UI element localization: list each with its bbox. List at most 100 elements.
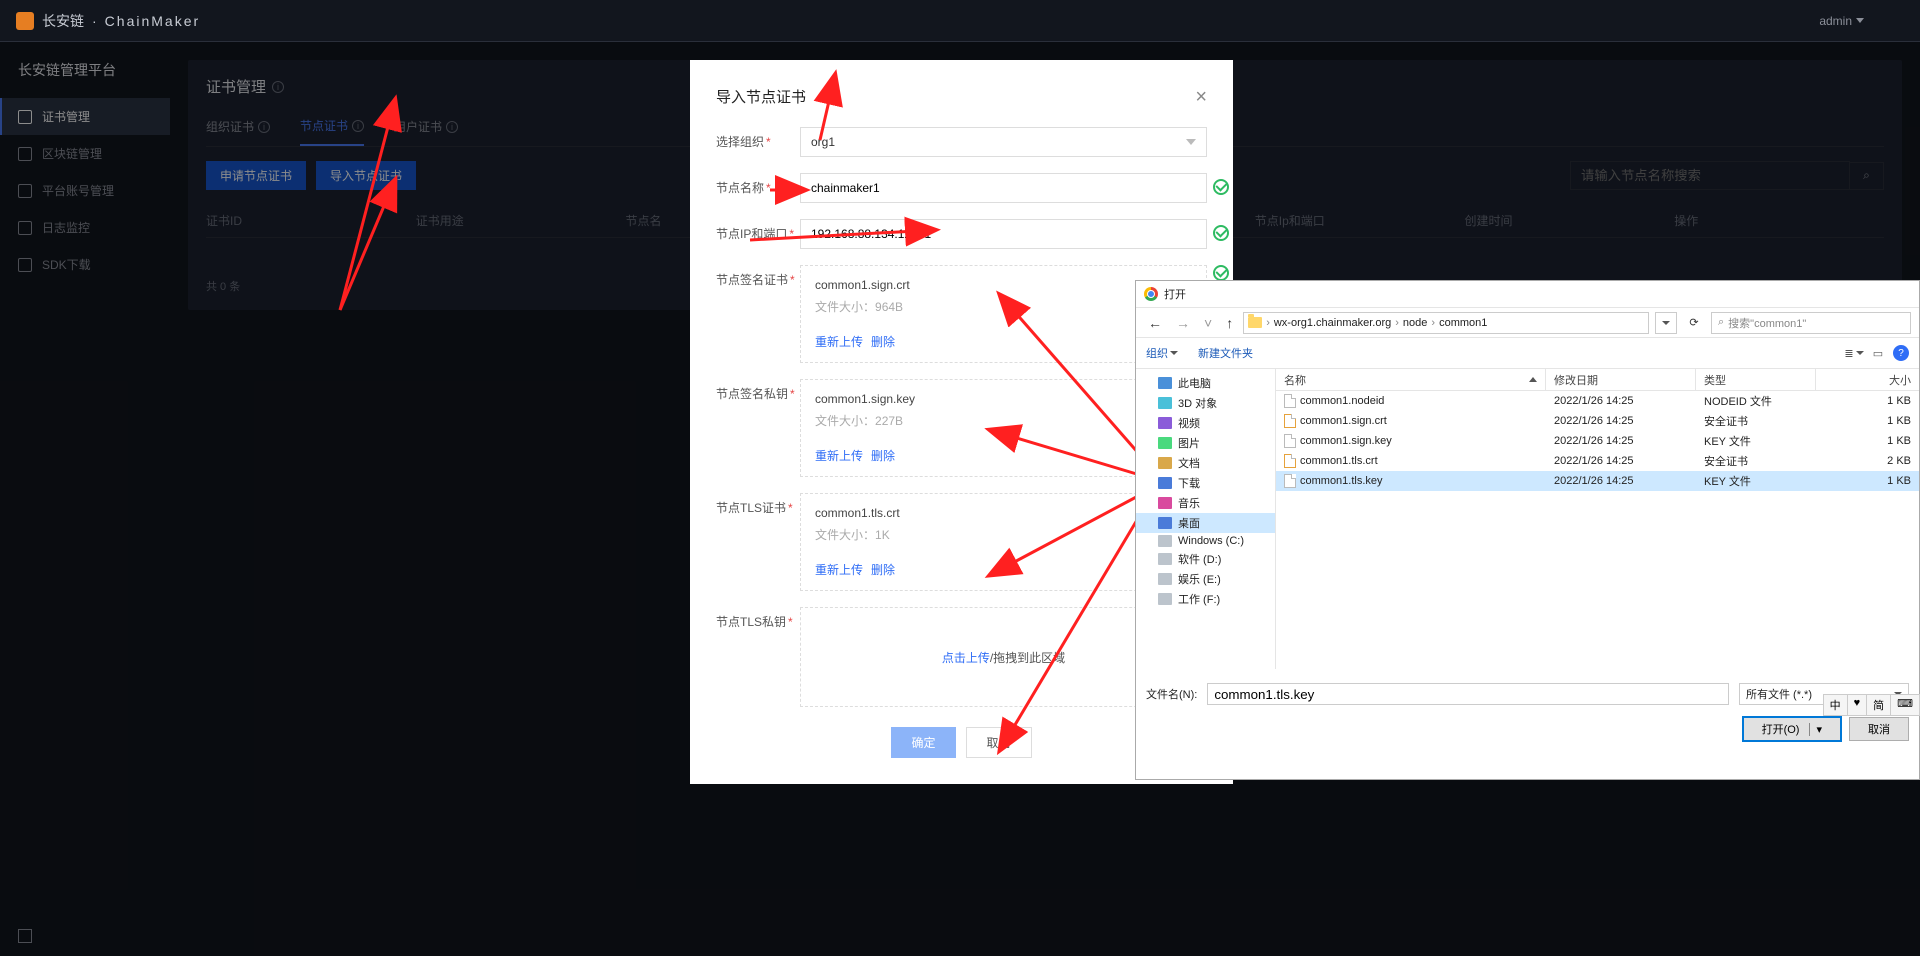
- view-options-button[interactable]: ≣: [1845, 345, 1863, 361]
- node-name-input[interactable]: [800, 173, 1207, 203]
- file-row[interactable]: common1.nodeid 2022/1/26 14:25 NODEID 文件…: [1276, 391, 1919, 411]
- file-date: 2022/1/26 14:25: [1546, 455, 1696, 467]
- drive-icon: [1158, 553, 1172, 565]
- pc-icon: [1158, 377, 1172, 389]
- filepicker-title: 打开: [1164, 286, 1186, 302]
- file-list: 名称 修改日期 类型 大小 common1.nodeid 2022/1/26 1…: [1276, 369, 1919, 669]
- side-music[interactable]: 音乐: [1136, 493, 1275, 513]
- label-sign-key: 节点签名私钥*: [716, 379, 800, 402]
- modal-ok-button[interactable]: 确定: [891, 727, 955, 758]
- address-dropdown[interactable]: [1655, 312, 1677, 334]
- filepicker-search[interactable]: ⌕搜索"common1": [1711, 312, 1911, 334]
- file-type: KEY 文件: [1696, 473, 1816, 489]
- side-drive-f[interactable]: 工作 (F:): [1136, 589, 1275, 609]
- side-documents[interactable]: 文档: [1136, 453, 1275, 473]
- breadcrumb-item[interactable]: node: [1403, 317, 1427, 329]
- file-row[interactable]: common1.tls.key 2022/1/26 14:25 KEY 文件 1…: [1276, 471, 1919, 491]
- reupload-link[interactable]: 重新上传: [815, 449, 863, 463]
- delete-link[interactable]: 删除: [871, 335, 895, 349]
- brand-en: ChainMaker: [105, 13, 200, 29]
- side-3d[interactable]: 3D 对象: [1136, 393, 1275, 413]
- label-tls-cert: 节点TLS证书*: [716, 493, 800, 516]
- ip-port-input[interactable]: [800, 219, 1207, 249]
- side-drive-e[interactable]: 娱乐 (E:): [1136, 569, 1275, 589]
- video-icon: [1158, 417, 1172, 429]
- file-size: 2 KB: [1816, 455, 1919, 467]
- file-size: 1 KB: [1816, 435, 1919, 447]
- col-type[interactable]: 类型: [1696, 369, 1816, 390]
- col-name[interactable]: 名称: [1276, 369, 1546, 390]
- file-icon: [1284, 414, 1296, 428]
- reupload-link[interactable]: 重新上传: [815, 335, 863, 349]
- user-menu[interactable]: admin: [1819, 14, 1904, 28]
- file-size: 1 KB: [1816, 475, 1919, 487]
- file-row[interactable]: common1.sign.key 2022/1/26 14:25 KEY 文件 …: [1276, 431, 1919, 451]
- filename-input[interactable]: [1207, 683, 1729, 705]
- file-picker-dialog: 打开 ← → ˅ ↑ › wx-org1.chainmaker.org › no…: [1135, 280, 1920, 780]
- breadcrumb-item[interactable]: wx-org1.chainmaker.org: [1274, 317, 1391, 329]
- file-name: common1.nodeid: [1300, 395, 1384, 407]
- desktop-icon: [1158, 517, 1172, 529]
- file-type: 安全证书: [1696, 413, 1816, 429]
- topbar: 长安链 · ChainMaker admin: [0, 0, 1920, 42]
- modal-cancel-button[interactable]: 取消: [966, 727, 1032, 758]
- col-date[interactable]: 修改日期: [1546, 369, 1696, 390]
- reupload-link[interactable]: 重新上传: [815, 563, 863, 577]
- brand-cn: 长安链: [42, 11, 84, 31]
- check-icon: [1213, 179, 1229, 195]
- filepicker-titlebar: 打开: [1136, 281, 1919, 307]
- newfolder-button[interactable]: 新建文件夹: [1198, 345, 1253, 361]
- drive-icon: [1158, 573, 1172, 585]
- side-desktop[interactable]: 桌面: [1136, 513, 1275, 533]
- open-dropdown[interactable]: ▾: [1809, 723, 1822, 736]
- back-button[interactable]: ←: [1144, 315, 1166, 331]
- up-button[interactable]: ↑: [1222, 315, 1237, 331]
- col-size[interactable]: 大小: [1816, 369, 1919, 390]
- file-type: 安全证书: [1696, 453, 1816, 469]
- drag-text: /拖拽到此区域: [990, 649, 1065, 666]
- user-name: admin: [1819, 14, 1852, 28]
- folder-icon: [1248, 317, 1262, 328]
- preview-pane-button[interactable]: ▭: [1869, 345, 1887, 361]
- side-drive-d[interactable]: 软件 (D:): [1136, 549, 1275, 569]
- help-button[interactable]: ?: [1893, 345, 1909, 361]
- ime-indicator[interactable]: 中 ♥ 简 ⌨: [1823, 694, 1920, 716]
- label-ipport: 节点IP和端口*: [716, 219, 800, 242]
- side-this-pc[interactable]: 此电脑: [1136, 373, 1275, 393]
- filepicker-nav: ← → ˅ ↑ › wx-org1.chainmaker.org › node …: [1136, 307, 1919, 337]
- file-name: common1.sign.key: [1300, 435, 1392, 447]
- delete-link[interactable]: 删除: [871, 563, 895, 577]
- file-icon: [1284, 394, 1296, 408]
- side-pictures[interactable]: 图片: [1136, 433, 1275, 453]
- refresh-button[interactable]: ⟳: [1683, 312, 1705, 334]
- modal-close-button[interactable]: ×: [1195, 87, 1207, 107]
- file-row[interactable]: common1.sign.crt 2022/1/26 14:25 安全证书 1 …: [1276, 411, 1919, 431]
- file-date: 2022/1/26 14:25: [1546, 475, 1696, 487]
- file-type: KEY 文件: [1696, 433, 1816, 449]
- address-bar[interactable]: › wx-org1.chainmaker.org › node › common…: [1243, 312, 1649, 334]
- cancel-button[interactable]: 取消: [1849, 717, 1909, 741]
- file-row[interactable]: common1.tls.crt 2022/1/26 14:25 安全证书 2 K…: [1276, 451, 1919, 471]
- filepicker-sidebar: 此电脑 3D 对象 视频 图片 文档 下载 音乐 桌面 Windows (C:)…: [1136, 369, 1276, 669]
- org-select[interactable]: org1: [800, 127, 1207, 157]
- side-downloads[interactable]: 下载: [1136, 473, 1275, 493]
- file-date: 2022/1/26 14:25: [1546, 435, 1696, 447]
- forward-button[interactable]: →: [1172, 315, 1194, 331]
- side-videos[interactable]: 视频: [1136, 413, 1275, 433]
- click-upload-link[interactable]: 点击上传: [942, 649, 990, 666]
- check-icon: [1213, 265, 1229, 281]
- brand: 长安链 · ChainMaker: [16, 11, 200, 31]
- download-icon: [1158, 477, 1172, 489]
- recent-caret[interactable]: ˅: [1200, 315, 1216, 331]
- side-drive-c[interactable]: Windows (C:): [1136, 533, 1275, 549]
- organize-button[interactable]: 组织: [1146, 345, 1178, 361]
- search-icon: ⌕: [1718, 316, 1724, 329]
- file-list-header: 名称 修改日期 类型 大小: [1276, 369, 1919, 391]
- chevron-down-icon: [1186, 139, 1196, 145]
- open-button[interactable]: 打开(O)▾: [1743, 717, 1841, 741]
- delete-link[interactable]: 删除: [871, 449, 895, 463]
- file-icon: [1284, 434, 1296, 448]
- breadcrumb-item[interactable]: common1: [1439, 317, 1487, 329]
- label-tls-key: 节点TLS私钥*: [716, 607, 800, 630]
- drive-icon: [1158, 535, 1172, 547]
